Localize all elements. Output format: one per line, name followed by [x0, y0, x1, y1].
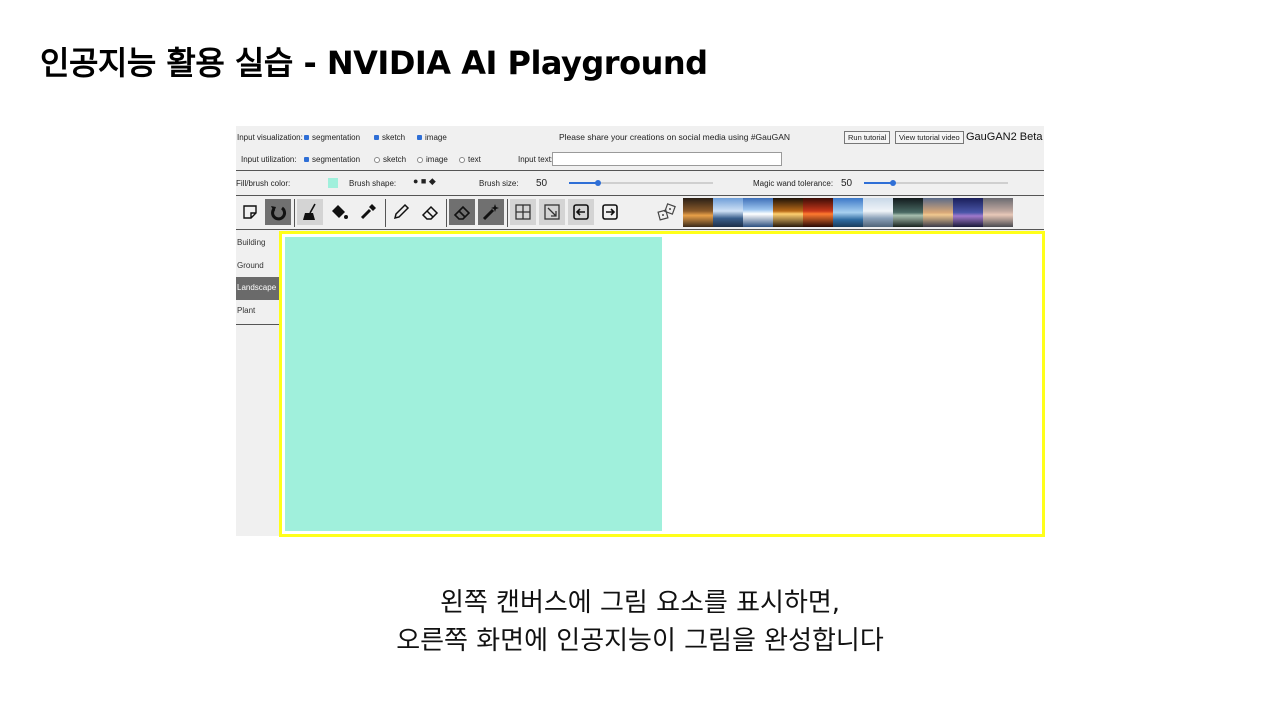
vis-image-checkbox[interactable]: image: [417, 133, 447, 142]
brush-shape-label: Brush shape:: [349, 179, 397, 188]
input-text-field[interactable]: [552, 152, 782, 166]
brush-size-slider-handle[interactable]: [594, 180, 601, 186]
app-title: GauGAN2 Beta: [966, 131, 1043, 143]
input-utilization-label: Input utilization:: [241, 155, 297, 164]
caption-line-2: 오른쪽 화면에 인공지능이 그림을 완성합니다: [396, 626, 884, 656]
vis-sketch-checkbox[interactable]: sketch: [374, 133, 405, 142]
magic-wand-slider-handle[interactable]: [889, 180, 896, 186]
style-thumbnail[interactable]: [803, 198, 833, 227]
toolbar-separator: [385, 199, 386, 227]
input-text-label: Input text:: [518, 155, 554, 164]
eraser-icon[interactable]: [449, 199, 475, 225]
sketch-eraser-icon[interactable]: [417, 199, 443, 225]
util-text-radio[interactable]: text: [459, 155, 481, 164]
style-thumbnail[interactable]: [863, 198, 893, 227]
util-segmentation-checkbox[interactable]: segmentation: [304, 155, 360, 164]
style-thumbnail[interactable]: [743, 198, 773, 227]
util-sketch-radio[interactable]: sketch: [374, 155, 406, 164]
slide-caption: 왼쪽 캔버스에 그림 요소를 표시하면, 오른쪽 화면에 인공지능이 그림을 완…: [0, 584, 1280, 660]
input-visualization-label: Input visualization:: [237, 133, 303, 142]
toolbar-separator: [507, 199, 508, 227]
run-tutorial-button[interactable]: Run tutorial: [844, 131, 891, 144]
style-thumbnail[interactable]: [773, 198, 803, 227]
view-tutorial-video-button[interactable]: View tutorial video: [895, 131, 964, 144]
divider: [236, 170, 1044, 171]
magic-wand-slider-fill: [864, 182, 893, 184]
style-thumbnail[interactable]: [983, 198, 1013, 227]
magic-wand-icon[interactable]: [478, 199, 504, 225]
toolbar-separator: [294, 199, 295, 227]
fill-color-swatch[interactable]: [328, 178, 338, 188]
paint-bucket-icon[interactable]: [326, 199, 352, 225]
style-thumbnail[interactable]: [713, 198, 743, 227]
style-thumbnail[interactable]: [683, 198, 713, 227]
label-category-sidebar: Building Ground Landscape Plant: [236, 232, 279, 322]
pencil-icon[interactable]: [388, 199, 414, 225]
toolbar-separator: [446, 199, 447, 227]
fill-brush-color-label: Fill/brush color:: [236, 179, 291, 188]
brush-size-label: Brush size:: [479, 179, 519, 188]
canvas-frame: [279, 231, 1045, 537]
share-text: Please share your creations on social me…: [559, 132, 791, 142]
layout-icon[interactable]: [510, 199, 536, 225]
undo-icon[interactable]: [265, 199, 291, 225]
style-thumbnail[interactable]: [893, 198, 923, 227]
download-icon[interactable]: [539, 199, 565, 225]
brush-icon[interactable]: [297, 199, 323, 225]
divider: [236, 229, 1044, 230]
new-canvas-icon[interactable]: [237, 199, 263, 225]
arrow-left-icon[interactable]: [568, 199, 594, 225]
util-image-radio[interactable]: image: [417, 155, 448, 164]
caption-line-1: 왼쪽 캔버스에 그림 요소를 표시하면,: [439, 588, 841, 618]
sidebar-item-plant[interactable]: Plant: [236, 300, 279, 323]
dropper-icon[interactable]: [355, 199, 381, 225]
output-canvas: [662, 237, 1039, 531]
magic-wand-tolerance-value: 50: [841, 178, 853, 189]
style-thumbnail[interactable]: [833, 198, 863, 227]
style-thumbnail[interactable]: [923, 198, 953, 227]
magic-wand-tolerance-label: Magic wand tolerance:: [753, 179, 834, 188]
brush-size-slider-fill: [569, 182, 598, 184]
sidebar-item-landscape[interactable]: Landscape: [236, 277, 279, 300]
segmentation-canvas[interactable]: [285, 237, 662, 531]
sidebar-item-building[interactable]: Building: [236, 232, 279, 255]
sidebar-item-ground[interactable]: Ground: [236, 255, 279, 278]
slide-title: 인공지능 활용 실습 - NVIDIA AI Playground: [40, 44, 708, 82]
brush-shape-options[interactable]: ● ■ ◆: [413, 176, 436, 187]
sidebar-divider: [236, 324, 279, 325]
style-thumbnail[interactable]: [953, 198, 983, 227]
brush-size-value: 50: [536, 178, 548, 189]
divider: [236, 195, 1044, 196]
vis-segmentation-checkbox[interactable]: segmentation: [304, 133, 360, 142]
arrow-right-icon[interactable]: [597, 199, 623, 225]
dice-icon[interactable]: [654, 199, 680, 225]
style-image-strip: [683, 198, 1013, 227]
